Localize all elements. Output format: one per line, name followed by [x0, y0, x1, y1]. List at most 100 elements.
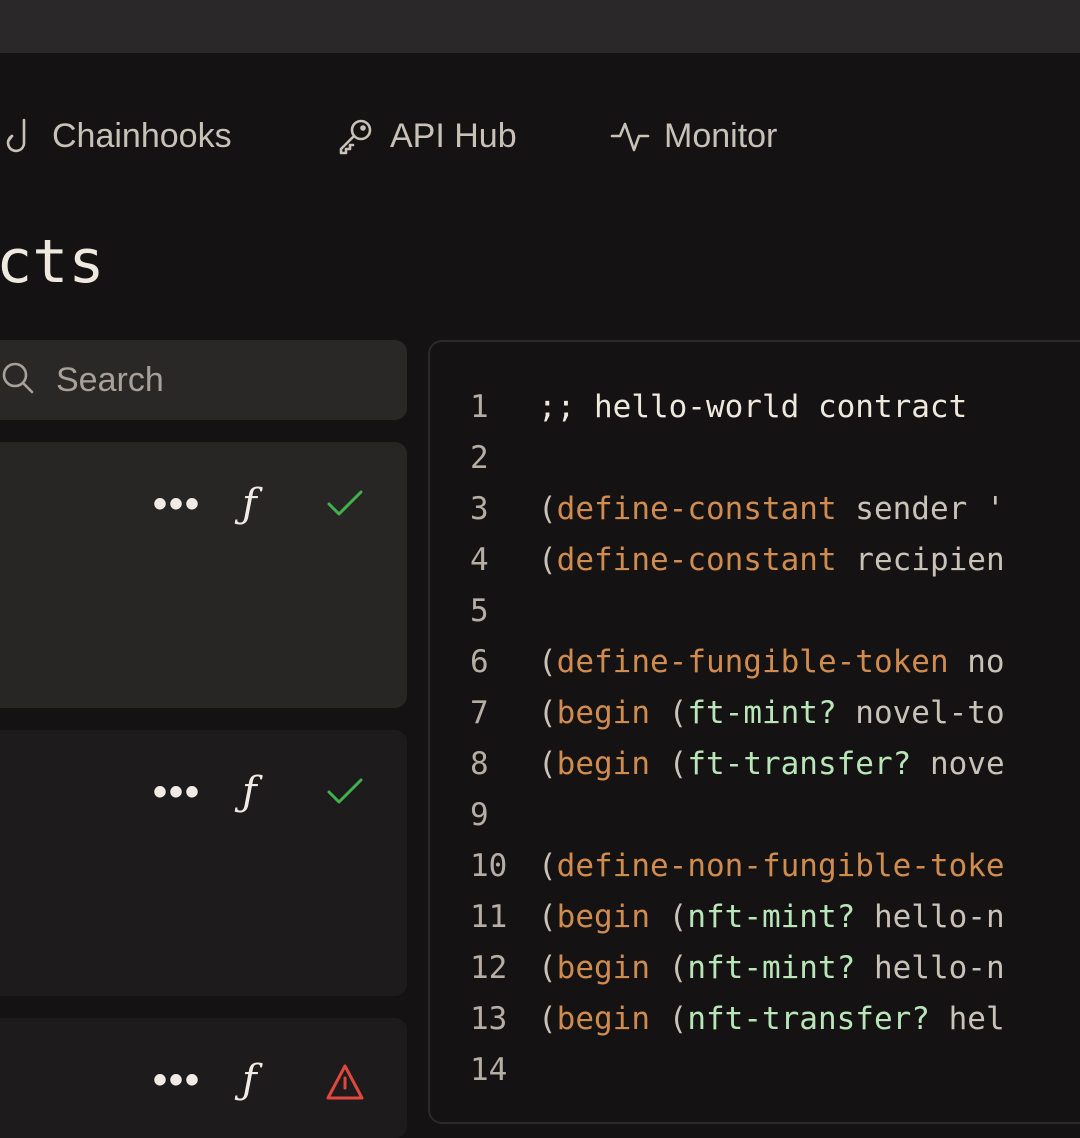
code-token: sender '	[836, 491, 1005, 527]
checkmark-icon	[325, 774, 365, 813]
code-token: begin	[556, 1001, 650, 1037]
nav-item-api-hub[interactable]: API Hub	[336, 100, 517, 172]
code-line: 6 (define-fungible-token no	[430, 637, 1080, 688]
code-line: 11 (begin (nft-mint? hello-n	[430, 892, 1080, 943]
code-token: nft-mint?	[687, 950, 856, 986]
function-icon: ƒ	[242, 481, 257, 527]
code-token: novel-to	[836, 695, 1005, 731]
top-nav: Chainhooks API Hub Monitor	[0, 100, 1080, 172]
code-token: begin	[556, 695, 650, 731]
function-icon: ƒ	[242, 1057, 257, 1103]
code-token: begin	[556, 950, 650, 986]
code-line: 12 (begin (nft-mint? hello-n	[430, 943, 1080, 994]
line-number: 7	[470, 695, 489, 731]
line-number: 12	[470, 950, 508, 986]
code-token: recipien	[836, 542, 1005, 578]
code-line: 14	[430, 1045, 1080, 1096]
code-token: ft-mint?	[687, 695, 837, 731]
contract-card[interactable]: ••• ƒ	[0, 730, 407, 996]
code-token: (	[538, 950, 557, 986]
code-token: (	[650, 1001, 688, 1037]
line-number: 9	[470, 797, 489, 833]
line-number: 10	[470, 848, 508, 884]
code-token: ;; hello-world contract	[538, 389, 968, 425]
code-token: (	[538, 644, 557, 680]
nav-item-label: API Hub	[390, 116, 517, 155]
nav-item-chainhooks[interactable]: Chainhooks	[4, 100, 232, 172]
line-number: 14	[470, 1052, 508, 1088]
line-number: 1	[470, 389, 489, 425]
more-options-icon[interactable]: •••	[153, 772, 201, 812]
code-token: define-fungible-token	[556, 644, 949, 680]
checkmark-icon	[325, 486, 365, 525]
code-token: (	[538, 746, 557, 782]
code-token: hello-n	[855, 899, 1005, 935]
code-token: (	[650, 695, 688, 731]
code-token: begin	[556, 899, 650, 935]
code-text: (begin (ft-mint? novel-to	[538, 688, 1005, 739]
code-line: 8 (begin (ft-transfer? nove	[430, 739, 1080, 790]
code-line: 1 ;; hello-world contract	[430, 382, 1080, 433]
code-token: (	[538, 695, 557, 731]
line-number: 3	[470, 491, 489, 527]
line-number: 8	[470, 746, 489, 782]
search-box[interactable]	[0, 340, 407, 420]
page-title-text: acts	[0, 227, 105, 297]
more-options-icon[interactable]: •••	[153, 1060, 201, 1100]
code-token: nft-transfer?	[687, 1001, 930, 1037]
code-token: (	[650, 899, 688, 935]
contract-card[interactable]: ••• ƒ	[0, 442, 407, 708]
line-number: 4	[470, 542, 489, 578]
code-line: 9	[430, 790, 1080, 841]
key-icon	[336, 116, 376, 156]
line-number: 11	[470, 899, 508, 935]
code-text: (define-constant sender '	[538, 484, 1005, 535]
code-token: nove	[911, 746, 1005, 782]
code-token: define-constant	[556, 491, 837, 527]
code-token: define-constant	[556, 542, 837, 578]
code-editor[interactable]: 1;; hello-world contract 2 3 (define-consta…	[428, 340, 1080, 1124]
code-text: (define-fungible-token no	[538, 637, 1005, 688]
code-token: hel	[929, 1001, 1005, 1037]
code-line: 10 (define-non-fungible-toke	[430, 841, 1080, 892]
code-line: 5	[430, 586, 1080, 637]
contract-card[interactable]: ••• ƒ	[0, 1018, 407, 1138]
line-number: 5	[470, 593, 489, 629]
line-number: 13	[470, 1001, 508, 1037]
code-line: 4 (define-constant recipien	[430, 535, 1080, 586]
code-token: begin	[556, 746, 650, 782]
window-top-bar	[0, 0, 1080, 53]
code-line: 2	[430, 433, 1080, 484]
code-text: (begin (nft-mint? hello-n	[538, 892, 1005, 943]
nav-item-monitor[interactable]: Monitor	[610, 100, 777, 172]
hook-icon	[4, 116, 38, 156]
code-text: (begin (nft-mint? hello-n	[538, 943, 1005, 994]
code-token: hello-n	[855, 950, 1005, 986]
code-line: 7 (begin (ft-mint? novel-to	[430, 688, 1080, 739]
code-token: (	[538, 899, 557, 935]
code-token: no	[948, 644, 1005, 680]
code-text: (define-constant recipien	[538, 535, 1005, 586]
code-text: (begin (nft-transfer? hel	[538, 994, 1005, 1045]
code-text: (define-non-fungible-toke	[538, 841, 1005, 892]
code-token: (	[650, 950, 688, 986]
code-token: ft-transfer?	[687, 746, 912, 782]
line-number: 6	[470, 644, 489, 680]
code-token: (	[538, 848, 557, 884]
code-text: ;; hello-world contract	[538, 382, 967, 433]
code-line: 13 (begin (nft-transfer? hel	[430, 994, 1080, 1045]
function-icon: ƒ	[242, 769, 257, 815]
activity-icon	[610, 116, 650, 156]
search-input[interactable]	[54, 359, 358, 401]
nav-item-label: Monitor	[664, 116, 778, 155]
code-token: nft-mint?	[687, 899, 856, 935]
line-number: 2	[470, 440, 489, 476]
code-text: (begin (ft-transfer? nove	[538, 739, 1005, 790]
code-token: (	[650, 746, 688, 782]
code-token: define-non-fungible-toke	[556, 848, 1005, 884]
more-options-icon[interactable]: •••	[153, 484, 201, 524]
code-token: (	[538, 491, 557, 527]
page-title: acts	[0, 222, 220, 302]
code-token: (	[538, 1001, 557, 1037]
search-icon	[0, 360, 36, 401]
